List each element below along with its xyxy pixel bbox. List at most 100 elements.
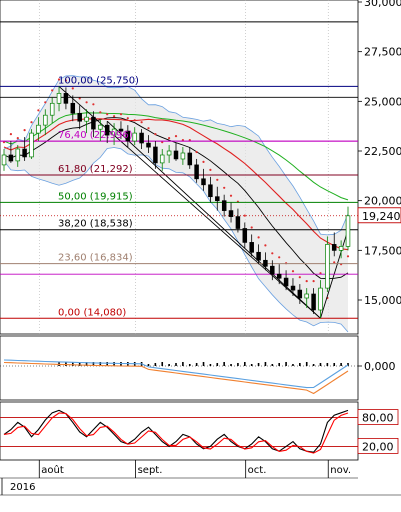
sar-dot	[278, 256, 281, 259]
macd-panel	[0, 335, 359, 401]
candle-body	[256, 251, 261, 261]
fib-level-label: 23,60 (16,834)	[58, 253, 133, 264]
candle-body	[249, 242, 254, 253]
macd-histogram-bar	[195, 363, 198, 366]
candle-body	[29, 132, 34, 158]
macd-histogram-bar	[312, 364, 315, 366]
sar-dot	[243, 214, 246, 217]
year-label: 2016	[10, 482, 35, 493]
price-axis-tick-label: 27,500	[364, 46, 401, 59]
macd-histogram-bar	[244, 362, 246, 366]
sar-dot	[113, 115, 116, 118]
sar-dot	[99, 111, 102, 114]
sar-dot	[133, 119, 136, 122]
candle-body	[56, 93, 62, 104]
candle-body	[318, 287, 323, 311]
candle-body	[132, 132, 137, 142]
macd-histogram-bar	[223, 362, 225, 366]
macd-histogram-bar	[333, 363, 336, 366]
macd-histogram-bar	[292, 364, 294, 366]
sar-dot	[216, 178, 219, 181]
sar-dot	[9, 133, 12, 136]
sar-dot	[168, 137, 171, 140]
sar-dot	[271, 252, 274, 255]
sar-dot	[37, 109, 40, 112]
candle-body	[43, 114, 48, 126]
sar-dot	[346, 255, 350, 258]
macd-histogram-bar	[209, 364, 212, 366]
sar-dot	[202, 160, 205, 163]
sar-dot	[119, 113, 123, 116]
month-label: août	[41, 464, 64, 476]
macd-histogram-bar	[147, 364, 150, 366]
macd-histogram-bar	[175, 363, 177, 366]
candle-body	[153, 146, 158, 164]
candle-body	[345, 215, 351, 247]
macd-histogram-bar	[257, 363, 260, 366]
candle-body	[173, 150, 179, 160]
candle-body	[276, 273, 282, 279]
price-axis-tick-label: 22,500	[364, 145, 401, 158]
macd-histogram-bar	[285, 362, 287, 366]
candle-body	[283, 277, 289, 287]
candle-body	[331, 244, 337, 251]
sar-dot	[174, 135, 178, 138]
sar-dot	[85, 101, 88, 104]
price-axis-tick-label: 17,500	[364, 244, 401, 257]
candle-body	[63, 93, 69, 104]
candle-body	[311, 293, 316, 311]
macd-histogram-bar	[182, 362, 184, 366]
stoch-axis-tick-label: 20,00	[362, 440, 394, 453]
sar-dot	[106, 113, 109, 116]
last-price-label: 19,240	[362, 210, 401, 223]
sar-dot	[229, 194, 233, 197]
candle-body	[290, 285, 296, 291]
fib-level-label: 76,40 (22,996)	[58, 130, 133, 141]
candle-body	[84, 116, 89, 122]
candle-body	[325, 244, 330, 289]
sar-dot	[30, 121, 33, 124]
sar-dot	[312, 280, 315, 283]
fib-level-label: 100,00 (25,750)	[58, 75, 139, 86]
candle-body	[22, 148, 27, 158]
macd-histogram-bar	[319, 363, 322, 366]
candle-body	[36, 124, 41, 134]
month-label: nov.	[330, 465, 351, 476]
macd-histogram-bar	[271, 364, 274, 366]
macd-histogram-bar	[305, 362, 308, 366]
candle-body	[297, 289, 303, 299]
price-axis-tick-label: 30,000	[364, 0, 401, 9]
candle-body	[235, 216, 241, 229]
candle-body	[221, 200, 227, 211]
sar-dot	[23, 129, 26, 132]
candle-body	[98, 124, 103, 130]
macd-histogram-bar	[326, 363, 329, 366]
stochastic-panel	[0, 401, 359, 461]
sar-dot	[147, 127, 150, 130]
sar-dot	[140, 121, 143, 124]
fib-level-label: 38,20 (18,538)	[58, 219, 133, 230]
sar-dot	[257, 236, 260, 239]
macd-histogram-bar	[216, 363, 219, 366]
macd-histogram-bar	[202, 362, 205, 366]
price-axis-tick-label: 20,000	[364, 195, 401, 208]
candle-body	[139, 132, 144, 144]
chart-canvas: 100,00 (25,750) 76,40 (22,996) 61,80 (21,2…	[0, 0, 401, 496]
macd-histogram-bar	[264, 362, 267, 366]
candle-body	[228, 210, 234, 217]
candle-body	[304, 293, 309, 299]
sar-dot	[51, 89, 54, 92]
candle-body	[77, 112, 82, 122]
candle-body	[263, 259, 268, 267]
candle-body	[242, 228, 248, 243]
sar-dot	[250, 226, 253, 229]
macd-histogram-bar	[154, 363, 157, 366]
sar-dot	[16, 137, 19, 140]
macd-histogram-bar	[230, 364, 232, 366]
macd-histogram-bar	[299, 363, 301, 366]
macd-histogram-bar	[237, 363, 239, 366]
fib-level-label: 61,80 (21,292)	[58, 164, 133, 175]
candle-body	[201, 178, 206, 186]
candle-body	[194, 164, 199, 180]
macd-histogram-bar	[250, 364, 253, 366]
